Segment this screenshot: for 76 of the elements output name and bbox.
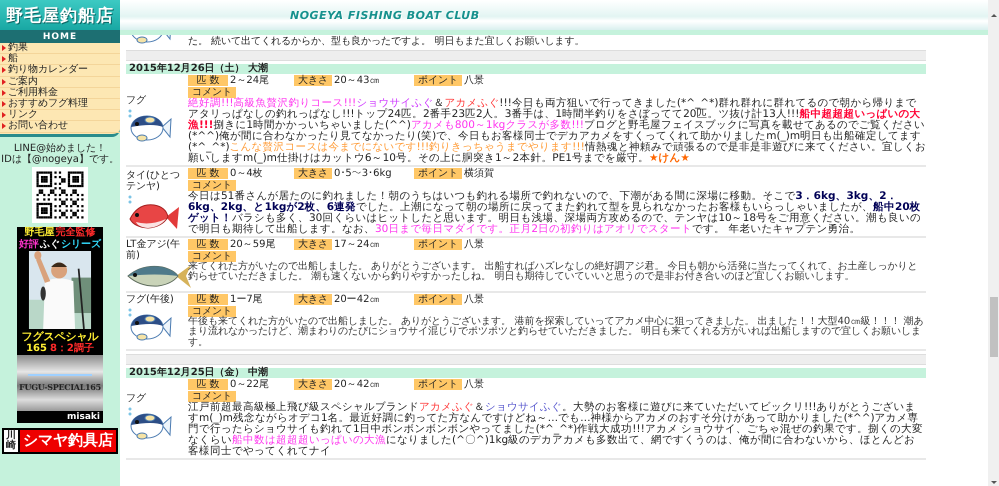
count-value: 2～24尾 [230,75,270,86]
shop-city: 川崎 [5,430,17,452]
comment-label: コメント [188,391,236,402]
banner-text: ふぐ [40,238,60,250]
qr-code [32,166,88,222]
home-link[interactable]: HOME [0,30,120,43]
nav-link[interactable]: 釣り物カレンダー [0,65,120,77]
scrollbar[interactable] [988,0,999,486]
comment-label: コメント [188,180,236,191]
nav-link[interactable]: 釣果 [0,43,120,54]
nav-link[interactable]: ご利用料金 [0,88,120,99]
shop-name: シマヤ釣具店 [18,430,116,452]
point-value: 八景 [464,294,484,305]
comment-text: 来てくれた方がいたので出船しました。 ありがとうございます。 出船すればハズレなしの絶好調アジ君。 今日も朝から活発に当たってくれて、お土産しっかりと釣らせていただきました。 潮も速くないから釣りやすかったしね。 明日も期待していていいと思うので是非お付き合いのほど宜しくお願いします。 [188,262,919,283]
fish-name: フグ(午後) [126,294,175,305]
nav-link[interactable]: ご案内 [0,76,120,88]
count-label: 匹 数 [188,168,228,179]
point-label: ポイント [414,75,462,86]
size-value: 20～42㎝ [334,379,380,390]
point-label: ポイント [414,294,462,305]
comment-text: 午後も来てくれた方がいたので出船しました。 ありがとうございます。 港前を探索していってアカメ中心に狙ってきました。 出ました！！大型40㎝級！！！ 潮あまり流れなかったけど、潮まわりのたびにショウサイ混じりでポツポツと釣らせていただきました。 明日も来てくれる方がいれば出船しますので宜しくお願いします。 [188,317,924,348]
comment-text: 今日は51番さんが居たのに釣れました！朝のうちはいつも釣れる場所で釣れないので、下潮がある間に深場に移動。そこで3．6kg、3kg、2．6kg、2kg、と1kgが2枚、6連発でした。上潮になって朝の場所に戻ってまた釣れて型を見られなかったお客様もいらっしゃいましたが、船中20枚ゲット！バラシも多く、30回くらいはヒットしたと思います。明日も浅場、深場両方攻めるので、テンヤは10～18号をご用意ください。潮も良いので明日も期待して出船します。なお、30日まで毎日マダイです。正月2日の初釣りはアオリでスタート です。 年老いたキャプテン勇治。 [188,191,922,235]
size-value: 20～43㎝ [334,75,380,86]
count-label: 匹 数 [188,239,228,250]
club-title: NOGEYA FISHING BOAT CLUB [290,8,480,22]
nav-link[interactable]: お問い合わせ [0,121,120,132]
size-label: 大きさ [294,75,332,86]
size-label: 大きさ [294,294,332,305]
fish-name: タイ(ひとつテンヤ) [126,170,181,192]
comment-text: 絶好調!!!高級魚贅沢釣りコース!!!ショウサイふぐ＆アカメふぐ!!!今日も両方狙いで行ってきました(*^_^*)群れ群れに群れてるので朝から帰りまで アタリっぱなしの釣れっぱなし!!!トップ24匹。2番手23匹2人。3番手は、1時間半釣りをさぼってて20匹。ツ抜け計13人!!!船中超超超いっぱいの大漁!!!捌きに1時間かかっいちゃいました(^^)アカメも800～1kgクラスが多数!!!ブログと野毛屋フェイスブックに写真を載せてあるのでご覧ください (*^^)俺が間に合わなかったり見てなかったり(笑)で、今日もお客様同士でデカアカメをすくってくれて助かりましたm(_)m明日も出船確定してます(*^_^*)こんな贅沢コースは今までにないです!!!釣りきっちゃうまでやります!!!情熱魂と神頼みで頑張るので是非是非遊びに来てください。宜しくお願いしますm(_)m仕掛けはカットウ6～10号。その上に胴突き1～2本針。PE1号までを厳守。★けん★ [188,98,926,164]
fish-name: フグ [126,393,147,404]
size-label: 大きさ [294,168,332,179]
rod-length: 165 [26,342,47,354]
size-label: 大きさ [294,239,332,250]
date-heading: 2015年12月26日（土） 大潮 [126,64,926,74]
banner-text: 完全監修 [56,226,96,238]
rod-banner[interactable]: 野毛屋完全監修 好評ふぐシリーズ フグスペシャル 165 8：2調子 FUGU-SPECIAL165 misaki [17,226,103,422]
line-notice: LINE@始めました！ [14,142,106,154]
size-value: 17～24㎝ [334,239,380,250]
point-value: 八景 [464,379,484,390]
comment-text: 江戸前超最高級極上飛び級スペシャルブランド アカメふぐ＆ショウサイふぐ。大勢のお客様に遊びに来ていただいてビックリ!!!ありがとうございま すm(_)m残念ながらオデコ1名。最近好調に釣ってた方なんですけどね～…でも…神様からアカメのおすそ分けがあって助かりました(*^^)アカメ専門で行ったらショウサイも釣れて1日中ボンボンボンボンやってました(*^_^*)作戦大成功!!!アカメ ショウサイ、ごちゃ混ぜの釣果です。捌くの大変なくらい船中数は超超超いっぱいの大漁になりました(^〇^)1kg級のデカアカメも多数出て、網ですくうのは、俺が間に合わないから、ほとんどお客様同士でやってくれてナイ [188,402,924,458]
count-value: 0～22尾 [230,379,270,390]
nav-link[interactable]: おすすめフグ料理 [0,98,120,110]
pufferfish-icon [126,106,172,144]
banner-text: 野毛屋 [24,226,54,238]
size-value: 20ー42㎝ [334,294,380,305]
point-value: 八景 [464,75,484,86]
banner-text: シリーズ [61,238,101,250]
nav-link[interactable]: 船 [0,54,120,66]
size-label: 大きさ [294,379,332,390]
nav-link[interactable]: リンク [0,110,120,122]
count-label: 匹 数 [188,75,228,86]
line-id: IDは【@nogeya】です。 [1,154,119,164]
rod-label: FUGU-SPECIAL165 [19,382,101,392]
count-label: 匹 数 [188,379,228,390]
fish-name: フグ [126,94,147,106]
product-name: フグスペシャル [22,330,98,342]
comment-text: た。 続いて出てくれるからか、型も良かったですよ。 明日もまた宜しくお願いします。 [188,36,584,47]
count-value: 20～59尾 [230,239,276,250]
point-value: 八景 [464,239,484,250]
comment-label: コメント [188,87,236,98]
count-value: 0～4枚 [230,168,264,179]
point-value: 横須賀 [464,168,494,179]
comment-label: コメント [188,306,236,317]
fish-name: LT金アジ(午前) [126,239,182,261]
date-heading: 2015年12月25日（金） 中潮 [126,368,926,378]
count-label: 匹 数 [188,294,228,305]
brand-name: misaki [66,410,101,422]
point-label: ポイント [414,379,462,390]
point-label: ポイント [414,239,462,250]
rod-action: 8：2調子 [50,342,94,354]
comment-label: コメント [188,251,236,262]
point-label: ポイント [414,168,462,179]
count-value: 1ー7尾 [230,294,264,305]
banner-text: 好評 [19,238,39,250]
size-value: 0･5～3･6kg [334,168,393,179]
